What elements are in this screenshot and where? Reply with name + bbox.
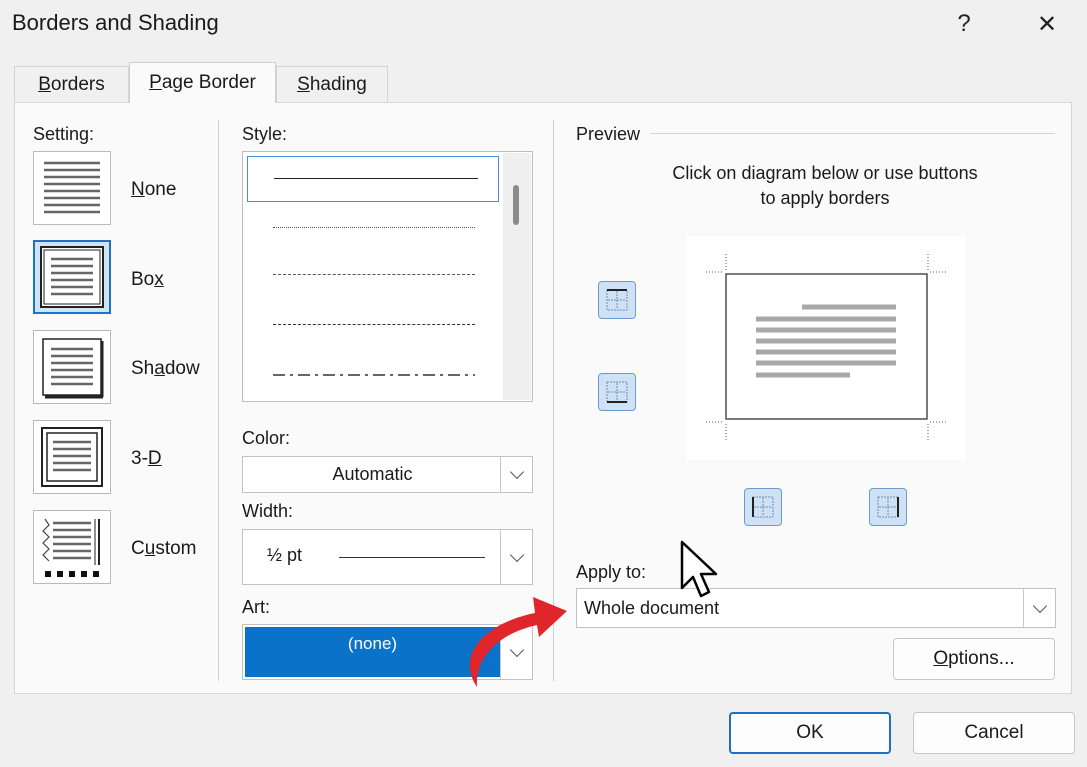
cancel-label: Cancel xyxy=(964,722,1024,743)
bottom-border-button[interactable] xyxy=(598,373,636,411)
left-border-button[interactable] xyxy=(744,488,782,526)
setting-box-icon xyxy=(40,246,104,308)
cancel-button[interactable]: Cancel xyxy=(913,712,1075,754)
divider xyxy=(218,120,219,681)
instructions-line: Click on diagram below or use buttons xyxy=(672,163,978,183)
setting-custom-button[interactable] xyxy=(33,510,111,584)
setting-shadow-label: Shadow xyxy=(131,358,200,379)
width-value: ½ pt xyxy=(267,545,303,565)
setting-shadow-icon xyxy=(42,338,104,399)
setting-box-label: Box xyxy=(131,269,164,290)
scroll-thumb[interactable] xyxy=(513,185,519,225)
setting-label: Setting: xyxy=(33,124,95,144)
setting-none-button[interactable] xyxy=(33,151,111,225)
style-listbox[interactable] xyxy=(242,151,533,402)
color-dropdown[interactable]: Automatic xyxy=(242,456,533,493)
style-option-dash-dot[interactable] xyxy=(273,374,475,376)
width-dropdown[interactable]: ½ pt xyxy=(242,529,533,585)
color-value: Automatic xyxy=(332,464,413,484)
dash-dot-line xyxy=(273,374,475,376)
style-label: Style: xyxy=(242,124,288,144)
apply-to-dropdown-button[interactable] xyxy=(1023,589,1055,627)
setting-custom-icon xyxy=(42,518,100,577)
style-option-dashed[interactable] xyxy=(273,324,475,325)
preview-label: Preview xyxy=(576,124,641,144)
apply-to-label: Apply to: xyxy=(576,562,647,582)
color-dropdown-button[interactable] xyxy=(500,457,532,492)
apply-to-dropdown[interactable]: Whole document xyxy=(576,588,1056,628)
chevron-down-icon xyxy=(509,464,524,480)
preview-diagram[interactable] xyxy=(686,236,966,460)
width-dropdown-button[interactable] xyxy=(500,530,532,584)
right-border-button[interactable] xyxy=(869,488,907,526)
apply-to-value: Whole document xyxy=(584,597,720,618)
chevron-down-icon xyxy=(1032,598,1047,613)
solid-line xyxy=(274,178,478,179)
border-right-icon xyxy=(877,496,899,518)
setting-box-button[interactable] xyxy=(33,240,111,314)
setting-3d-label: 3-D xyxy=(131,448,162,469)
top-border-button[interactable] xyxy=(598,281,636,319)
setting-none-icon xyxy=(44,161,100,214)
style-option-dashed-small[interactable] xyxy=(273,274,475,275)
page-preview-graphic xyxy=(706,254,946,440)
ok-label: OK xyxy=(796,722,824,743)
setting-custom-label: Custom xyxy=(131,538,197,559)
style-option-selected[interactable] xyxy=(247,156,499,202)
style-scrollbar[interactable] xyxy=(503,153,531,400)
options-label: Options... xyxy=(933,648,1015,669)
instructions-line: to apply borders xyxy=(760,188,890,208)
setting-shadow-button[interactable] xyxy=(33,330,111,404)
chevron-down-icon xyxy=(509,547,524,562)
art-label: Art: xyxy=(242,597,271,617)
options-button[interactable]: Options... xyxy=(893,638,1055,680)
ok-button[interactable]: OK xyxy=(729,712,891,754)
mouse-cursor-icon xyxy=(680,540,718,598)
setting-none-label: None xyxy=(131,179,177,200)
setting-3d-icon xyxy=(41,427,103,487)
width-sample-line xyxy=(339,557,485,558)
border-left-icon xyxy=(752,496,774,518)
preview-instructions: Click on diagram below or use buttons to… xyxy=(596,161,1054,211)
color-label: Color: xyxy=(242,428,291,448)
border-bottom-icon xyxy=(606,381,628,403)
border-top-icon xyxy=(606,289,628,311)
curved-arrow-icon xyxy=(469,597,567,687)
style-option-dotted[interactable] xyxy=(273,227,475,228)
setting-3d-button[interactable] xyxy=(33,420,111,494)
width-label: Width: xyxy=(242,501,294,521)
preview-divider xyxy=(650,133,1055,134)
